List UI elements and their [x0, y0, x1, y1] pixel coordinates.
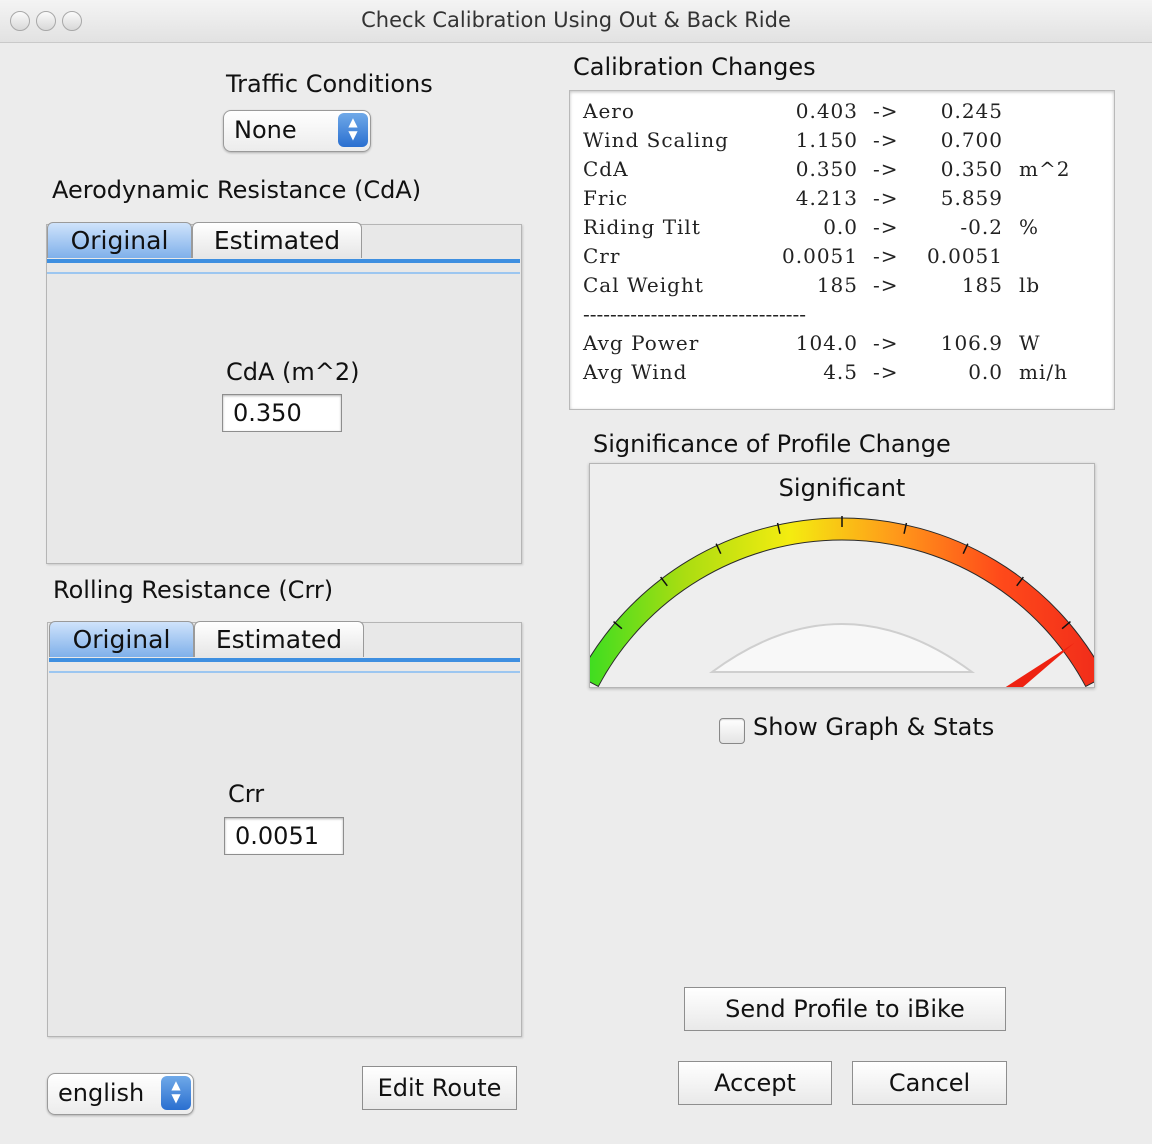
calibration-row-from: 4.213 — [795, 186, 858, 210]
calibration-row-to: 106.9 — [940, 331, 1003, 355]
show-graph-label: Show Graph & Stats — [753, 713, 995, 741]
calibration-row-from: 104.0 — [795, 331, 858, 355]
calibration-row-unit: mi/h — [1019, 360, 1068, 384]
calibration-row-from: 4.5 — [823, 360, 858, 384]
calibration-row-to: 0.245 — [940, 99, 1003, 123]
calibration-row-arrow: -> — [873, 360, 899, 384]
rolling-resistance-label: Rolling Resistance (Crr) — [53, 576, 334, 604]
calibration-row: Wind Scaling 1.150 -> 0.700 — [583, 128, 1083, 157]
calibration-row-arrow: -> — [873, 186, 899, 210]
significance-gauge-box: Significant — [589, 463, 1095, 688]
calibration-row-arrow: -> — [873, 128, 899, 152]
tab-aero-original[interactable]: Original — [47, 222, 192, 258]
calibration-row-from: 0.0051 — [782, 244, 858, 268]
language-select[interactable]: english ▲ ▼ — [47, 1073, 194, 1115]
calibration-row-name: Riding Tilt — [583, 215, 701, 239]
window-titlebar: Check Calibration Using Out & Back Ride — [0, 0, 1152, 43]
calibration-row-to: 0.700 — [940, 128, 1003, 152]
tab-rolling-original[interactable]: Original — [49, 621, 194, 657]
language-value: english — [58, 1079, 145, 1107]
calibration-row: Riding Tilt 0.0 -> -0.2% — [583, 215, 1083, 244]
cancel-button[interactable]: Cancel — [852, 1061, 1007, 1105]
calibration-row-name: Crr — [583, 244, 621, 268]
traffic-conditions-label: Traffic Conditions — [226, 70, 433, 98]
calibration-separator: --------------------------------- — [583, 302, 807, 326]
edit-route-button[interactable]: Edit Route — [362, 1066, 517, 1110]
calibration-row: Aero 0.403 -> 0.245 — [583, 99, 1083, 128]
calibration-row-from: 185 — [816, 273, 858, 297]
calibration-row-name: CdA — [583, 157, 629, 181]
calibration-row-arrow: -> — [873, 244, 899, 268]
calibration-row: CdA 0.350 -> 0.350 m^2 — [583, 157, 1083, 186]
calibration-row: Cal Weight 185 -> 185 lb — [583, 273, 1083, 302]
tab-aero-estimated[interactable]: Estimated — [192, 222, 362, 258]
calibration-row: Fric 4.213 -> 5.859 — [583, 186, 1083, 215]
updown-arrows-icon: ▲ ▼ — [338, 113, 368, 147]
crr-input[interactable]: 0.0051 — [224, 817, 344, 855]
calibration-changes-box: Aero 0.403 -> 0.245 Wind Scaling 1.150 -> 0.700… — [569, 90, 1115, 410]
calibration-row-from: 0.403 — [795, 99, 858, 123]
calibration-row-from: 0.350 — [795, 157, 858, 181]
show-graph-checkbox[interactable] — [719, 718, 745, 744]
calibration-changes-title: Calibration Changes — [573, 53, 816, 81]
gauge-hub — [708, 623, 976, 673]
calibration-row-to: -0.2 — [960, 215, 1003, 239]
calibration-row-arrow: -> — [873, 331, 899, 355]
significance-title: Significance of Profile Change — [593, 430, 951, 458]
calibration-row-to: 0.350 — [940, 157, 1003, 181]
calibration-row-arrow: -> — [873, 99, 899, 123]
crr-field-label: Crr — [228, 780, 265, 808]
updown-arrows-icon: ▲ ▼ — [161, 1076, 191, 1110]
calibration-row-arrow: -> — [873, 157, 899, 181]
calibration-row-arrow: -> — [873, 273, 899, 297]
traffic-conditions-select[interactable]: None ▲ ▼ — [223, 110, 371, 152]
aero-tab-underline — [47, 259, 520, 263]
calibration-row-unit: m^2 — [1019, 157, 1071, 181]
significance-gauge — [590, 516, 1094, 687]
calibration-row-from: 1.150 — [795, 128, 858, 152]
calibration-row-unit: lb — [1019, 273, 1041, 297]
calibration-row-unit: % — [1019, 215, 1040, 239]
calibration-row-name: Avg Power — [583, 331, 700, 355]
send-profile-button[interactable]: Send Profile to iBike — [684, 987, 1006, 1031]
aero-resistance-label: Aerodynamic Resistance (CdA) — [52, 176, 422, 204]
calibration-row-name: Cal Weight — [583, 273, 704, 297]
window-title: Check Calibration Using Out & Back Ride — [361, 8, 791, 32]
calibration-row-name: Avg Wind — [583, 360, 688, 384]
calibration-row-to: 0.0 — [968, 360, 1003, 384]
rolling-tab-underline — [49, 658, 520, 662]
calibration-row: Avg Wind 4.5 -> 0.0 mi/h — [583, 360, 1083, 389]
calibration-row-arrow: -> — [873, 215, 899, 239]
traffic-conditions-value: None — [234, 116, 297, 144]
cda-input[interactable]: 0.350 — [222, 394, 342, 432]
aero-tab-underline-lower — [47, 272, 520, 274]
calibration-row-name: Wind Scaling — [583, 128, 729, 152]
calibration-row-from: 0.0 — [823, 215, 858, 239]
rolling-tab-underline-lower — [49, 671, 520, 673]
calibration-row: Avg Power 104.0 -> 106.9 W — [583, 331, 1083, 360]
calibration-row-to: 185 — [961, 273, 1003, 297]
calibration-row-unit: W — [1019, 331, 1041, 355]
calibration-row-name: Aero — [583, 99, 635, 123]
calibration-row: Crr 0.0051 -> 0.0051 — [583, 244, 1083, 273]
calibration-row-to: 0.0051 — [927, 244, 1003, 268]
calibration-row-name: Fric — [583, 186, 629, 210]
cda-field-label: CdA (m^2) — [226, 358, 360, 386]
calibration-row-to: 5.859 — [940, 186, 1003, 210]
accept-button[interactable]: Accept — [678, 1061, 832, 1105]
tab-rolling-estimated[interactable]: Estimated — [194, 621, 364, 657]
